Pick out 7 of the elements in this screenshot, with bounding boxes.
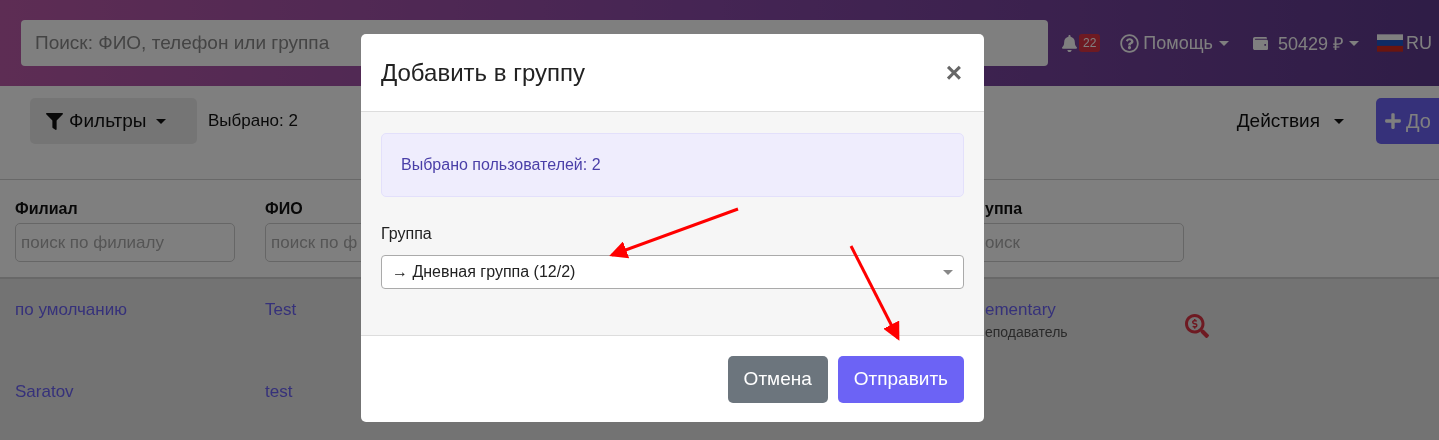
- selected-count: Выбрано: 2: [208, 111, 298, 131]
- column-header: ФИО: [265, 200, 304, 218]
- role-text: еподаватель: [985, 324, 1069, 340]
- info-alert: Выбрано пользователей: 2: [381, 133, 964, 197]
- notification-count: 22: [1079, 34, 1101, 52]
- column-header: Филиал: [15, 200, 79, 218]
- column-header: уппа: [984, 200, 1024, 218]
